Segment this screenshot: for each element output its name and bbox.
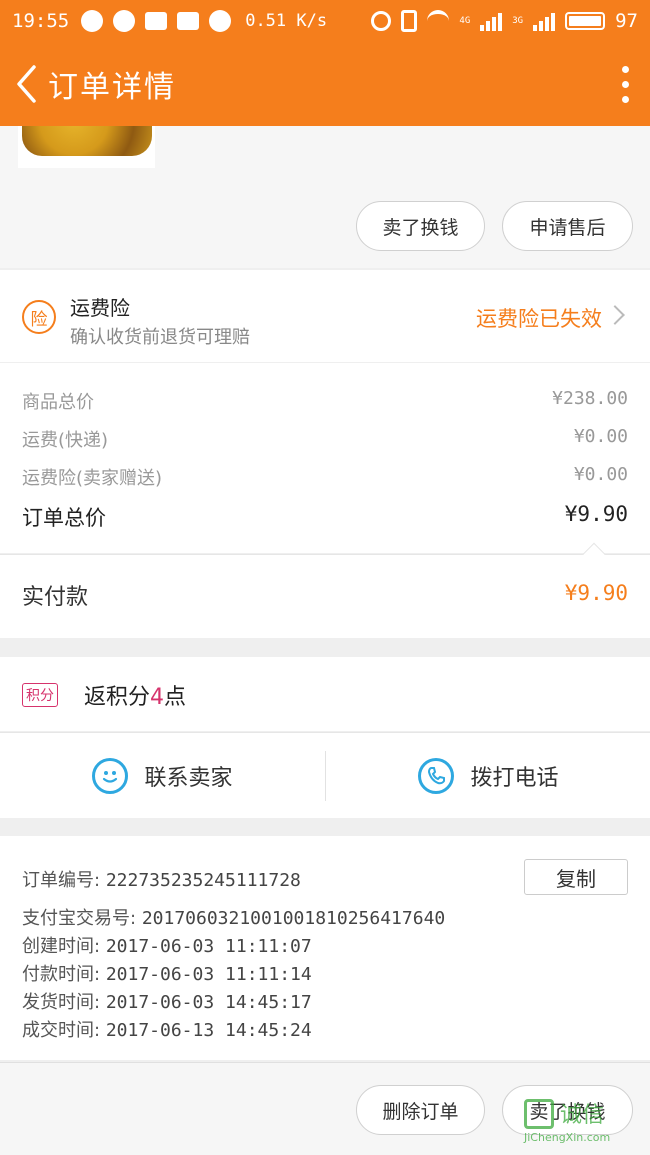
phone-icon	[418, 758, 455, 794]
price-value: ¥0.00	[573, 464, 628, 485]
battery-level: 97	[615, 10, 638, 32]
wifi-icon	[427, 10, 450, 32]
price-value: ¥238.00	[552, 388, 628, 409]
points-badge: 积分	[22, 683, 58, 707]
vibrate-icon	[401, 10, 418, 32]
info-label: 创建时间:	[22, 936, 101, 957]
completed-time-row: 成交时间: 2017-06-13 14:45:24	[22, 1016, 312, 1042]
copy-button[interactable]: 复制	[524, 859, 628, 895]
price-breakdown: 商品总价 ¥238.00 运费(快递) ¥0.00 运费险(卖家赠送) ¥0.0…	[0, 363, 650, 553]
page-title: 订单详情	[48, 70, 176, 105]
app-bar: 订单详情	[0, 42, 650, 126]
battery-icon	[565, 12, 606, 30]
price-row: 运费(快递) ¥0.00	[22, 426, 628, 452]
paid-time-row: 付款时间: 2017-06-03 11:11:14	[22, 960, 312, 986]
insurance-icon: 险	[22, 300, 56, 334]
product-image[interactable]	[18, 126, 155, 168]
app-notification-icon	[113, 10, 136, 32]
price-label: 商品总价	[22, 392, 94, 413]
sell-button[interactable]: 卖了换钱	[356, 201, 485, 251]
notification-icons	[81, 10, 232, 32]
product-card: 卖了换钱 申请售后	[0, 126, 650, 268]
watermark-mark	[524, 1099, 554, 1129]
alipay-trade-row: 支付宝交易号: 2017060321001001810256417640	[22, 904, 445, 930]
mail-icon	[145, 12, 168, 30]
info-label: 发货时间:	[22, 992, 101, 1013]
after-sale-button[interactable]: 申请售后	[502, 201, 633, 251]
insurance-subtitle: 确认收货前退货可理赔	[70, 327, 250, 348]
price-row: 运费险(卖家赠送) ¥0.00	[22, 464, 628, 490]
info-label: 订单编号:	[22, 870, 101, 891]
info-value: 2017-06-13 14:45:24	[105, 1020, 312, 1041]
shipping-insurance-row[interactable]: 险 运费险 确认收货前退货可理赔 运费险已失效	[0, 270, 650, 362]
points-prefix: 返积分	[84, 685, 151, 710]
signal-icon	[533, 11, 556, 31]
price-row: 商品总价 ¥238.00	[22, 388, 628, 414]
insurance-title: 运费险	[70, 296, 130, 320]
delete-order-button[interactable]: 删除订单	[356, 1085, 485, 1135]
info-label: 付款时间:	[22, 964, 101, 985]
order-number-row: 订单编号: 222735235245111728	[22, 866, 301, 892]
points-number: 4	[150, 685, 165, 710]
chevron-left-icon[interactable]	[4, 42, 48, 126]
order-total-row: 订单总价 ¥9.90	[22, 502, 628, 532]
contact-seller-button[interactable]: 联系卖家	[0, 733, 325, 819]
signal-icon	[480, 11, 503, 31]
paid-label: 实付款	[22, 585, 89, 610]
headphones-icon	[371, 11, 392, 31]
order-total-value: ¥9.90	[564, 502, 628, 526]
status-bar: 19:55 0.51 K/s 4G 3G 97	[0, 0, 650, 42]
chat-bubble-icon	[92, 758, 129, 794]
points-row: 积分 返积分4点	[0, 657, 650, 731]
app-notification-icon	[81, 10, 104, 32]
signal-type-3g: 3G	[512, 16, 524, 26]
chevron-right-icon	[605, 305, 625, 325]
order-total-label: 订单总价	[22, 506, 106, 530]
order-info: 订单编号: 222735235245111728 复制 支付宝交易号: 2017…	[0, 836, 650, 1060]
status-time: 19:55	[12, 10, 70, 32]
price-value: ¥0.00	[573, 426, 628, 447]
info-value[interactable]: 222735235245111728	[106, 870, 301, 891]
paid-value: ¥9.90	[564, 581, 628, 605]
price-label: 运费(快递)	[22, 430, 109, 451]
info-label: 支付宝交易号:	[22, 908, 137, 929]
created-time-row: 创建时间: 2017-06-03 11:11:07	[22, 932, 312, 958]
info-value: 2017-06-03 11:11:07	[105, 936, 312, 957]
watermark-logo: 诚信 JiChengXin.com	[524, 1095, 644, 1147]
info-label: 成交时间:	[22, 1020, 101, 1041]
more-vertical-icon[interactable]	[600, 42, 650, 126]
points-suffix: 点	[164, 685, 187, 710]
watermark-text: 诚信	[560, 1103, 605, 1128]
info-value: 2017-06-03 14:45:17	[105, 992, 312, 1013]
network-speed: 0.51 K/s	[245, 11, 328, 31]
price-label: 运费险(卖家赠送)	[22, 468, 163, 489]
insurance-status: 运费险已失效	[476, 307, 602, 331]
call-label: 拨打电话	[470, 766, 559, 791]
signal-type-4g: 4G	[459, 16, 471, 26]
info-value: 2017060321001001810256417640	[141, 908, 446, 929]
shipped-time-row: 发货时间: 2017-06-03 14:45:17	[22, 988, 312, 1014]
points-text: 返积分4点	[84, 679, 186, 711]
wechat-icon	[209, 10, 232, 32]
info-value: 2017-06-03 11:11:14	[105, 964, 312, 985]
paid-amount-row: 实付款 ¥9.90	[0, 542, 650, 638]
call-button[interactable]: 拨打电话	[326, 733, 650, 819]
contact-seller-label: 联系卖家	[144, 766, 233, 791]
watermark-url: JiChengXin.com	[524, 1131, 611, 1144]
pocket-icon	[177, 12, 200, 30]
contact-bar: 联系卖家 拨打电话	[0, 732, 650, 818]
